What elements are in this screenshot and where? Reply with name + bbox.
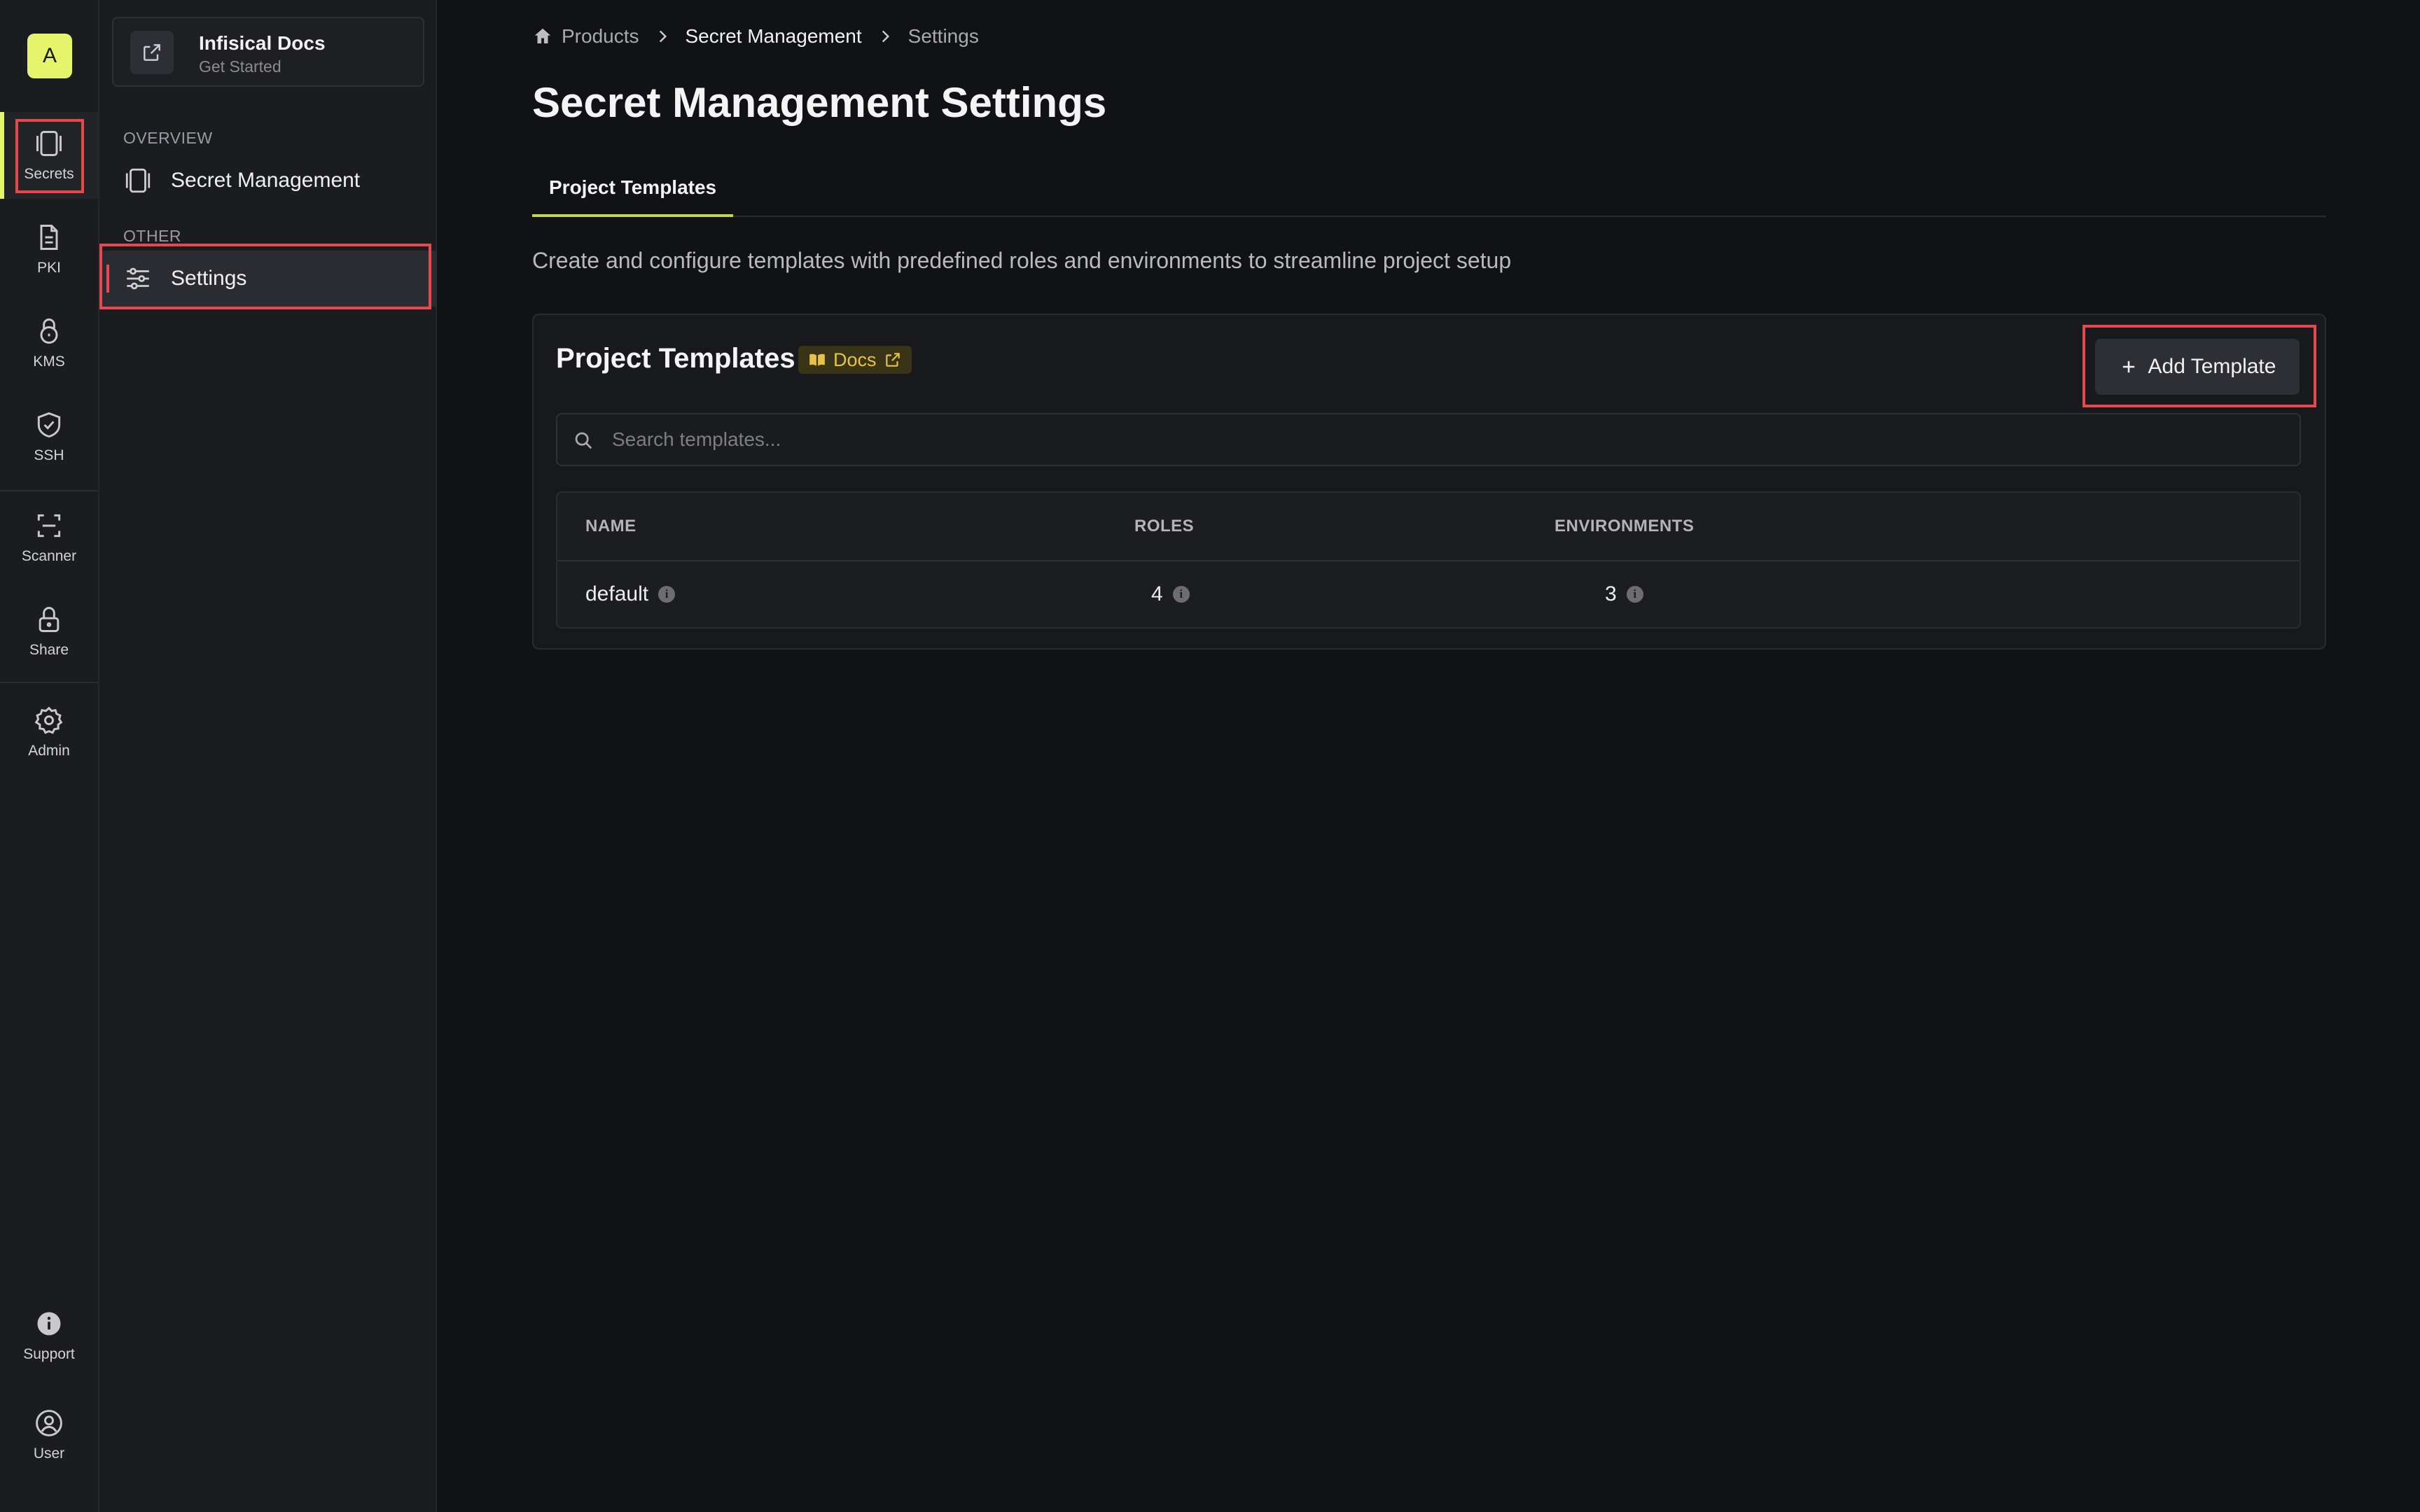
rail-item-label: Support [23,1346,75,1362]
roles-cell: 4 i [1151,582,1190,606]
rail-item-label: PKI [37,260,61,276]
sliders-icon [127,267,149,290]
lock-keyhole-icon [40,318,58,344]
docs-link-label: Docs [833,349,877,370]
breadcrumb: Products Secret Management Settings [532,24,979,49]
templates-table: NAME ROLES ENVIRONMENTS default i 4 i 3 … [556,491,2301,629]
search-icon [575,432,592,449]
main-content: Products Secret Management Settings Secr… [437,0,2420,1512]
rail-item-ssh[interactable]: SSH [0,393,98,480]
external-link-icon [130,31,174,74]
rail-item-pki[interactable]: PKI [0,206,98,293]
rail-item-support[interactable]: Support [0,1292,98,1379]
document-icon [40,225,58,250]
user-icon [36,1410,62,1436]
rail-item-label: User [33,1446,65,1462]
add-template-button[interactable]: Add Template [2095,339,2300,395]
sidebar-item-secret-management[interactable]: Secret Management [99,153,437,209]
info-icon [37,1312,61,1336]
table-header: NAME ROLES ENVIRONMENTS [557,493,2300,561]
sidebar-item-label: Secret Management [171,169,361,192]
org-avatar[interactable]: A [27,34,72,78]
breadcrumb-settings: Settings [908,25,979,47]
add-template-label: Add Template [2148,355,2276,378]
section-label-overview: OVERVIEW [123,129,213,147]
rail-item-label: Admin [28,743,70,759]
template-name-cell: default i [585,582,676,606]
rail-item-user[interactable]: User [0,1392,98,1478]
sidebar-item-settings[interactable]: Settings [99,251,437,307]
breadcrumb-secret-management[interactable]: Secret Management [686,25,862,48]
roles-count: 4 [1151,582,1163,606]
plus-icon [2122,360,2134,373]
page-title: Secret Management Settings [532,79,1107,126]
column-header-name: NAME [585,517,637,536]
rail-item-label: KMS [33,354,65,370]
card-title: Project Templates [556,343,795,374]
info-icon[interactable]: i [1626,586,1643,603]
table-row[interactable]: default i 4 i 3 i [557,561,2300,627]
rail-item-label: SSH [34,447,64,463]
rail-item-kms[interactable]: KMS [0,300,98,386]
template-name: default [585,582,649,606]
search-input[interactable] [611,414,2277,465]
rail-item-label: Secrets [24,166,74,182]
environments-count: 3 [1605,582,1617,606]
page-description: Create and configure templates with pred… [532,248,1512,273]
secrets-icon [125,168,151,193]
project-sidebar: Infisical Docs Get Started OVERVIEW Secr… [99,0,437,1512]
info-icon[interactable]: i [658,586,676,603]
chevron-right-icon [659,30,667,43]
docs-card[interactable]: Infisical Docs Get Started [112,17,424,87]
tab-bar: Project Templates [532,161,2326,217]
sidebar-item-label: Settings [171,267,247,290]
rail-item-scanner[interactable]: Scanner [0,494,98,581]
project-templates-card: Project Templates Docs Add Template NAME… [532,314,2326,650]
tab-project-templates[interactable]: Project Templates [532,161,734,217]
external-link-icon [885,353,900,367]
search-field [556,413,2301,466]
book-icon [809,354,825,366]
rail-item-label: Share [29,642,69,658]
rail-divider [0,490,98,491]
scanner-icon [37,514,61,538]
shield-check-icon [37,412,61,438]
rail-item-share[interactable]: Share [0,588,98,675]
environments-cell: 3 i [1605,582,1643,606]
rail-item-admin[interactable]: Admin [0,689,98,776]
icon-rail: A Secrets PKI KMS SSH Scanner Share Admi… [0,0,99,1512]
rail-divider [0,682,98,683]
rail-item-secrets[interactable]: Secrets [0,112,98,199]
rail-item-label: Scanner [21,548,77,564]
section-label-other: OTHER [123,227,181,245]
info-icon[interactable]: i [1172,586,1190,603]
chevron-right-icon [882,30,889,43]
docs-link[interactable]: Docs [798,346,912,374]
breadcrumb-products[interactable]: Products [562,25,639,48]
column-header-roles: ROLES [1134,517,1195,536]
docs-card-subtitle: Get Started [199,57,281,76]
home-icon[interactable] [532,26,553,47]
docs-card-title: Infisical Docs [199,32,326,54]
secrets-icon [36,131,62,156]
lock-icon [39,607,60,632]
gear-icon [34,706,63,734]
column-header-environments: ENVIRONMENTS [1555,517,1695,536]
